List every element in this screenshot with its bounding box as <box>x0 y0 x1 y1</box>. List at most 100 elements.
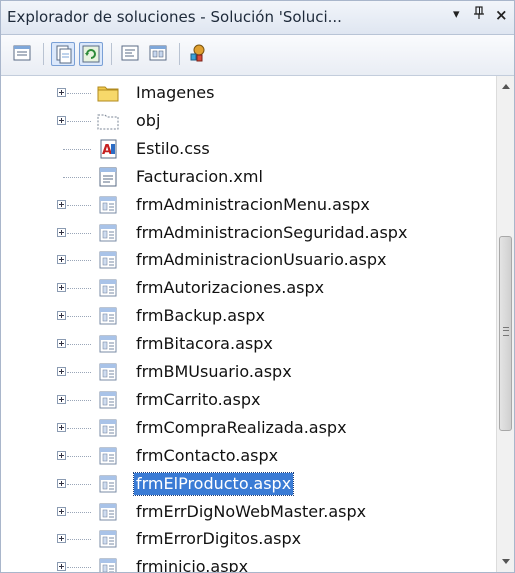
expand-icon[interactable] <box>57 394 66 404</box>
expand-icon[interactable] <box>57 534 66 544</box>
aspx-file-icon <box>97 446 119 466</box>
tree-item-label[interactable]: frmBitacora.aspx <box>134 333 275 355</box>
aspx-file-icon <box>97 250 119 270</box>
tree-item-label[interactable]: frmBackup.aspx <box>134 305 267 327</box>
tree-item-label[interactable]: Imagenes <box>134 82 216 104</box>
tree-item[interactable]: Imagenes <box>1 80 496 107</box>
expand-icon[interactable] <box>57 283 66 293</box>
view-code-icon <box>121 45 139 61</box>
expand-icon[interactable] <box>57 88 66 97</box>
tree-connector <box>67 372 91 374</box>
toolbar <box>1 35 514 76</box>
tree-item[interactable]: frmAutorizaciones.aspx <box>1 275 496 302</box>
window-title: Explorador de soluciones - Solución 'Sol… <box>7 8 342 26</box>
scroll-down-icon[interactable] <box>502 559 510 564</box>
expand-icon[interactable] <box>57 255 66 265</box>
auto-hide-pin-icon[interactable] <box>473 6 485 24</box>
tree-item-label[interactable]: frmErrDigNoWebMaster.aspx <box>134 501 368 523</box>
properties-button[interactable] <box>11 42 35 66</box>
view-code-button[interactable] <box>119 42 143 66</box>
title-bar: Explorador de soluciones - Solución 'Sol… <box>1 1 514 35</box>
toolbar-separator <box>111 43 112 65</box>
tree-item-label[interactable]: frmErrorDigitos.aspx <box>134 528 303 550</box>
aspx-file-icon <box>97 195 119 215</box>
aspx-file-icon <box>97 529 119 549</box>
tree-item[interactable]: frmContacto.aspx <box>1 443 496 470</box>
tree-item[interactable]: frmBMUsuario.aspx <box>1 359 496 386</box>
close-icon[interactable]: × <box>495 6 508 24</box>
tree-item-label[interactable]: frmAdministracionMenu.aspx <box>134 194 372 216</box>
tree-item-label[interactable]: frmAutorizaciones.aspx <box>134 277 326 299</box>
expand-icon[interactable] <box>57 506 66 516</box>
tree-item[interactable]: frmBackup.aspx <box>1 303 496 330</box>
aspx-file-icon <box>97 557 119 572</box>
expand-icon[interactable] <box>57 450 66 460</box>
tree-item-label[interactable]: obj <box>134 110 162 132</box>
tree-item[interactable]: frminicio.aspx <box>1 554 496 572</box>
tree-connector <box>63 148 91 151</box>
tree-item[interactable]: frmAdministracionMenu.aspx <box>1 192 496 219</box>
vertical-scrollbar[interactable] <box>496 76 514 572</box>
tree-item[interactable]: frmAdministracionSeguridad.aspx <box>1 220 496 247</box>
tree-item[interactable]: frmErrorDigitos.aspx <box>1 526 496 553</box>
tree-item-label[interactable]: frmCompraRealizada.aspx <box>134 417 349 439</box>
tree-item[interactable]: frmCarrito.aspx <box>1 387 496 414</box>
show-all-files-button[interactable] <box>51 42 75 66</box>
expand-icon[interactable] <box>57 562 66 572</box>
tree-connector <box>67 455 91 458</box>
expand-icon[interactable] <box>57 339 66 349</box>
tree-item-label[interactable]: frmElProducto.aspx <box>132 471 295 496</box>
tree-connector <box>67 427 91 430</box>
tree-item-label[interactable]: frmAdministracionUsuario.aspx <box>134 249 389 271</box>
grip-icon <box>503 327 509 336</box>
tree-item[interactable]: frmAdministracionUsuario.aspx <box>1 247 496 274</box>
refresh-button[interactable] <box>79 42 103 66</box>
aspx-file-icon <box>97 278 119 298</box>
tree-item-label[interactable]: frmAdministracionSeguridad.aspx <box>134 222 409 244</box>
tree-item-label[interactable]: frmContacto.aspx <box>134 445 280 467</box>
scroll-up-icon[interactable] <box>502 84 510 89</box>
tree-item-label[interactable]: frmCarrito.aspx <box>134 389 262 411</box>
tree-item[interactable]: obj <box>1 108 496 135</box>
expand-icon[interactable] <box>57 311 66 321</box>
class-diagram-button[interactable] <box>187 42 211 66</box>
expand-icon[interactable] <box>57 367 66 376</box>
tree-connector <box>67 567 91 569</box>
aspx-file-icon <box>97 334 119 354</box>
solution-tree: Imagenes obj A Estilo.css Facturacion.xml frm… <box>1 76 496 572</box>
expand-icon[interactable] <box>57 115 66 125</box>
tree-connector <box>67 316 91 318</box>
tree-item-label[interactable]: frmBMUsuario.aspx <box>134 361 294 383</box>
tree-connector <box>67 511 91 514</box>
aspx-file-icon <box>97 362 119 382</box>
tree-connector <box>67 539 91 541</box>
tree-connector <box>67 288 91 290</box>
tree-item-label[interactable]: Estilo.css <box>134 138 212 160</box>
window-position-dropdown-icon[interactable]: ▾ <box>453 7 460 22</box>
folder-dashed-icon <box>97 111 119 131</box>
toolbar-separator <box>43 43 44 65</box>
solution-explorer-window: Explorador de soluciones - Solución 'Sol… <box>0 0 515 573</box>
tree-connector <box>63 176 91 179</box>
tree-item-label[interactable]: Facturacion.xml <box>134 166 265 188</box>
scrollbar-thumb[interactable] <box>499 236 512 431</box>
view-designer-button[interactable] <box>147 42 171 66</box>
css-file-icon: A <box>97 139 119 159</box>
tree-item[interactable]: frmCompraRealizada.aspx <box>1 415 496 442</box>
xml-file-icon <box>97 167 119 187</box>
tree-item[interactable]: A Estilo.css <box>1 136 496 163</box>
tree-item[interactable]: Facturacion.xml <box>1 164 496 191</box>
expand-icon[interactable] <box>57 478 66 488</box>
tree-item[interactable]: frmBitacora.aspx <box>1 331 496 358</box>
aspx-file-icon <box>97 223 119 243</box>
tree-item[interactable]: frmElProducto.aspx <box>1 471 496 498</box>
tree-item[interactable]: frmErrDigNoWebMaster.aspx <box>1 499 496 526</box>
expand-icon[interactable] <box>57 199 66 209</box>
tree-connector <box>67 232 91 235</box>
aspx-file-icon <box>97 306 119 326</box>
tree-item-label[interactable]: frminicio.aspx <box>134 556 250 572</box>
aspx-file-icon <box>97 390 119 410</box>
aspx-file-icon <box>97 418 119 438</box>
expand-icon[interactable] <box>57 422 66 432</box>
expand-icon[interactable] <box>57 227 66 237</box>
